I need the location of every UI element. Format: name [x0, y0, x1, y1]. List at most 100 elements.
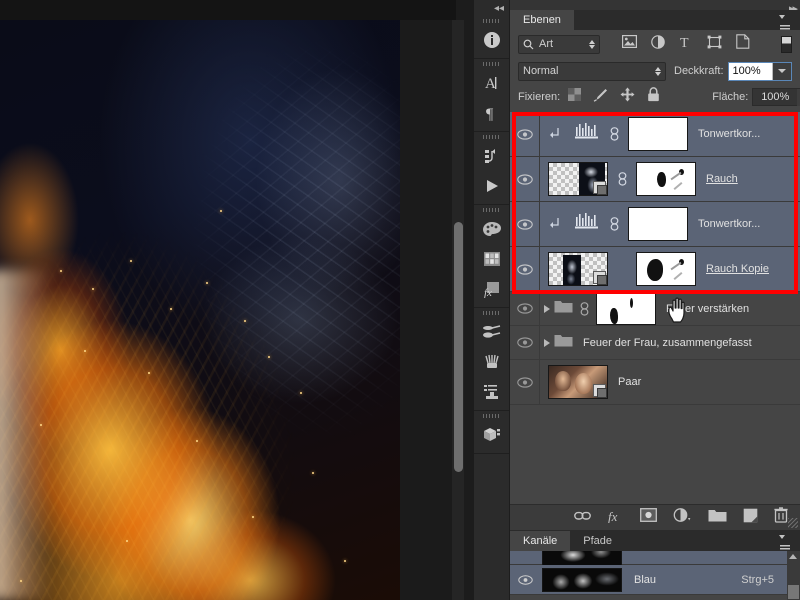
layer-mask-thumbnail[interactable] — [628, 117, 688, 151]
pixel-layer-filter-icon[interactable] — [622, 35, 638, 53]
info-icon[interactable] — [474, 25, 510, 55]
list-item[interactable] — [510, 551, 800, 566]
layer-thumbnail[interactable] — [548, 365, 608, 399]
fill-input[interactable]: 100% — [753, 89, 798, 105]
mask-link-icon[interactable] — [614, 172, 630, 186]
lock-position-icon[interactable] — [620, 87, 635, 107]
channels-panel-menu-icon[interactable] — [779, 534, 794, 553]
mask-link-icon[interactable] — [606, 127, 622, 141]
layer-style-fx-icon[interactable]: fx — [607, 508, 624, 528]
layer-thumbnails[interactable] — [540, 252, 696, 286]
dock-grip[interactable] — [474, 132, 509, 141]
channels-scrollbar[interactable] — [787, 551, 800, 600]
3d-cube-icon[interactable] — [474, 420, 510, 450]
layer-thumbnail[interactable] — [548, 252, 608, 286]
opacity-dropdown-icon[interactable] — [772, 62, 791, 80]
filter-enable-toggle[interactable] — [781, 36, 792, 53]
table-row[interactable]: Feuer der Frau, zusammengefasst — [510, 326, 800, 360]
canvas-vertical-scrollbar[interactable] — [454, 222, 463, 472]
brush-tip-icon[interactable] — [474, 347, 510, 377]
group-mask-thumbnail[interactable] — [596, 292, 656, 325]
layer-visibility-toggle[interactable] — [510, 360, 540, 404]
channels-scrollbar-thumb[interactable] — [788, 585, 799, 599]
dock-grip[interactable] — [474, 16, 509, 25]
layer-thumbnails[interactable] — [570, 207, 688, 241]
styles-fx-icon[interactable]: fx — [474, 274, 510, 304]
layer-name[interactable]: Rauch Kopie — [706, 263, 769, 275]
type-layer-filter-icon[interactable]: T — [679, 35, 693, 54]
channel-visibility-toggle[interactable] — [510, 574, 540, 585]
table-row[interactable]: Rauch Kopie — [510, 247, 800, 292]
layer-name[interactable]: Feuer der Frau, zusammengefasst — [583, 337, 752, 349]
layer-name[interactable]: Rauch — [706, 173, 738, 185]
tab-pfade[interactable]: Pfade — [570, 531, 626, 551]
filter-kind-select[interactable]: Art — [518, 34, 600, 54]
table-row[interactable]: Tonwertkor... — [510, 202, 800, 247]
lock-transparent-pixels-icon[interactable] — [568, 88, 582, 106]
layer-name[interactable]: Tonwertkor... — [698, 128, 760, 140]
layer-visibility-toggle[interactable] — [510, 157, 540, 201]
collapsed-panel-dock[interactable]: ◂◂ A ¶ fx — [474, 0, 510, 600]
layer-visibility-toggle[interactable] — [510, 202, 540, 246]
new-adjustment-layer-icon[interactable] — [673, 507, 692, 528]
tab-kanaele[interactable]: Kanäle — [510, 531, 571, 551]
layer-list[interactable]: Tonwertkor... Rauch Tonwertkor... Rauch … — [510, 112, 800, 457]
dock-grip[interactable] — [474, 308, 509, 317]
layer-mask-thumbnail[interactable] — [636, 252, 696, 286]
layer-thumbnails[interactable] — [540, 365, 608, 399]
tab-ebenen[interactable]: Ebenen — [510, 10, 574, 30]
lock-image-pixels-icon[interactable] — [593, 88, 608, 107]
mask-link-icon[interactable] — [606, 217, 622, 231]
layer-visibility-toggle[interactable] — [510, 292, 540, 325]
play-icon[interactable] — [474, 171, 510, 201]
table-row[interactable]: Tonwertkor... — [510, 112, 800, 157]
layer-name[interactable]: Tonwertkor... — [698, 218, 760, 230]
lock-all-icon[interactable] — [647, 87, 660, 107]
channel-thumbnail[interactable] — [542, 551, 622, 566]
layer-thumbnail[interactable] — [548, 162, 608, 196]
new-group-icon[interactable] — [708, 508, 727, 527]
layer-mask-thumbnail[interactable] — [628, 207, 688, 241]
tool-presets-icon[interactable] — [474, 377, 510, 407]
dock-grip[interactable] — [474, 411, 509, 420]
trash-icon[interactable] — [774, 507, 788, 528]
brush-presets-icon[interactable] — [474, 317, 510, 347]
document-image[interactable] — [0, 20, 400, 600]
layer-mask-thumbnail[interactable] — [636, 162, 696, 196]
character-panel-icon[interactable]: A — [474, 68, 510, 98]
blend-mode-select[interactable]: Normal — [518, 61, 666, 81]
shape-layer-filter-icon[interactable] — [707, 35, 722, 54]
layer-thumbnails[interactable] — [570, 117, 688, 151]
history-icon[interactable] — [474, 141, 510, 171]
dock-grip[interactable] — [474, 59, 509, 68]
scroll-up-arrow-icon[interactable] — [789, 554, 797, 559]
link-layers-icon[interactable] — [574, 509, 591, 527]
channel-thumbnail[interactable] — [542, 567, 622, 592]
layer-visibility-toggle[interactable] — [510, 112, 540, 156]
paragraph-panel-icon[interactable]: ¶ — [474, 98, 510, 128]
layers-panel-menu-icon[interactable] — [779, 14, 794, 33]
panel-resize-grip[interactable] — [788, 518, 798, 528]
layer-visibility-toggle[interactable] — [510, 247, 540, 291]
opacity-control[interactable]: 100% — [727, 61, 792, 81]
layer-thumbnails[interactable] — [540, 162, 696, 196]
new-layer-icon[interactable] — [743, 508, 758, 528]
swatches-grid-icon[interactable] — [474, 244, 510, 274]
layer-visibility-toggle[interactable] — [510, 326, 540, 359]
table-row[interactable]: Rauch — [510, 157, 800, 202]
opacity-input[interactable]: 100% — [728, 62, 773, 80]
dock-grip[interactable] — [474, 205, 509, 214]
table-row[interactable]: Feuer verstärken — [510, 292, 800, 326]
table-row[interactable]: Paar — [510, 360, 800, 405]
smart-object-filter-icon[interactable] — [736, 34, 750, 54]
channels-list[interactable]: Blau Strg+5 — [510, 551, 800, 600]
list-item[interactable]: Blau Strg+5 — [510, 565, 800, 595]
blend-mode-spinner[interactable] — [655, 66, 661, 76]
add-layer-mask-icon[interactable] — [640, 508, 657, 527]
mask-link-icon[interactable] — [576, 301, 592, 316]
fill-control[interactable]: 100% — [752, 88, 800, 106]
document-canvas-area[interactable] — [0, 0, 464, 600]
layer-name[interactable]: Paar — [618, 376, 641, 388]
adjustment-layer-filter-icon[interactable] — [651, 34, 665, 54]
filter-kind-spinner[interactable] — [589, 39, 595, 49]
